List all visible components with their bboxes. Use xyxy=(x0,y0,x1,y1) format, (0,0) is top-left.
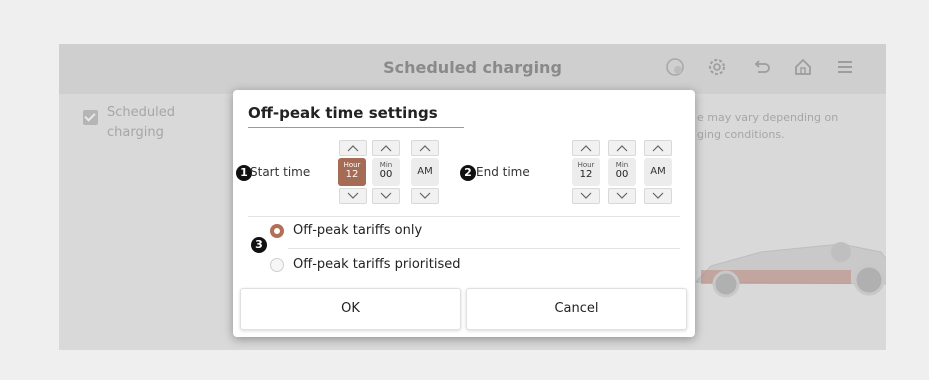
start-min-value: 00 xyxy=(379,169,393,180)
start-ampm-up-button[interactable] xyxy=(411,140,439,156)
end-ampm-down-button[interactable] xyxy=(644,188,672,204)
end-ampm-up-button[interactable] xyxy=(644,140,672,156)
start-ampm-box[interactable]: AM xyxy=(411,158,439,186)
note-line1: e may vary depending on xyxy=(697,111,839,124)
start-min-caption: Min xyxy=(379,161,393,169)
radio-off-peak-only[interactable] xyxy=(270,224,284,238)
end-hour-box[interactable]: Hour 12 xyxy=(572,158,600,186)
end-min-value: 00 xyxy=(615,169,629,180)
scheduled-charging-label-line1: Scheduled xyxy=(107,105,175,120)
radio-off-peak-prioritised[interactable] xyxy=(270,258,284,272)
scheduled-charging-label-line2: charging xyxy=(107,125,164,140)
back-icon[interactable] xyxy=(748,56,774,82)
title-underline xyxy=(248,127,464,128)
ok-button[interactable]: OK xyxy=(240,288,461,330)
end-hour-down-button[interactable] xyxy=(572,188,600,204)
divider-top xyxy=(248,216,680,217)
start-hour-up-button[interactable] xyxy=(339,140,367,156)
globe-icon[interactable] xyxy=(662,56,688,82)
start-hour-down-button[interactable] xyxy=(339,188,367,204)
dialog-title: Off-peak time settings xyxy=(248,104,438,122)
end-hour-value: 12 xyxy=(579,169,593,180)
note-line2: ging conditions. xyxy=(697,128,785,141)
end-min-box[interactable]: Min 00 xyxy=(608,158,636,186)
end-min-down-button[interactable] xyxy=(608,188,636,204)
option-off-peak-only-label[interactable]: Off-peak tariffs only xyxy=(293,223,422,238)
menu-icon[interactable] xyxy=(832,56,858,82)
off-peak-dialog: Off-peak time settings 1 Start time Hour… xyxy=(233,90,695,337)
start-min-up-button[interactable] xyxy=(372,140,400,156)
start-min-box[interactable]: Min 00 xyxy=(372,158,400,186)
end-time-label: End time xyxy=(476,165,530,179)
end-hour-up-button[interactable] xyxy=(572,140,600,156)
gear-icon[interactable] xyxy=(704,56,730,82)
option-off-peak-prioritised-label[interactable]: Off-peak tariffs prioritised xyxy=(293,257,461,272)
start-ampm-down-button[interactable] xyxy=(411,188,439,204)
badge-3: 3 xyxy=(251,237,267,253)
start-min-down-button[interactable] xyxy=(372,188,400,204)
end-ampm-box[interactable]: AM xyxy=(644,158,672,186)
start-hour-box[interactable]: Hour 12 xyxy=(338,158,366,186)
end-min-caption: Min xyxy=(615,161,629,169)
start-time-label: Start time xyxy=(250,165,311,179)
start-hour-value: 12 xyxy=(345,169,359,180)
start-hour-caption: Hour xyxy=(343,161,361,169)
end-min-up-button[interactable] xyxy=(608,140,636,156)
end-hour-caption: Hour xyxy=(577,161,595,169)
home-icon[interactable] xyxy=(790,56,816,82)
divider-options xyxy=(288,248,680,249)
cancel-button[interactable]: Cancel xyxy=(466,288,687,330)
car-illustration xyxy=(694,242,886,298)
badge-2: 2 xyxy=(460,165,476,181)
scheduled-charging-checkbox[interactable] xyxy=(83,110,98,125)
